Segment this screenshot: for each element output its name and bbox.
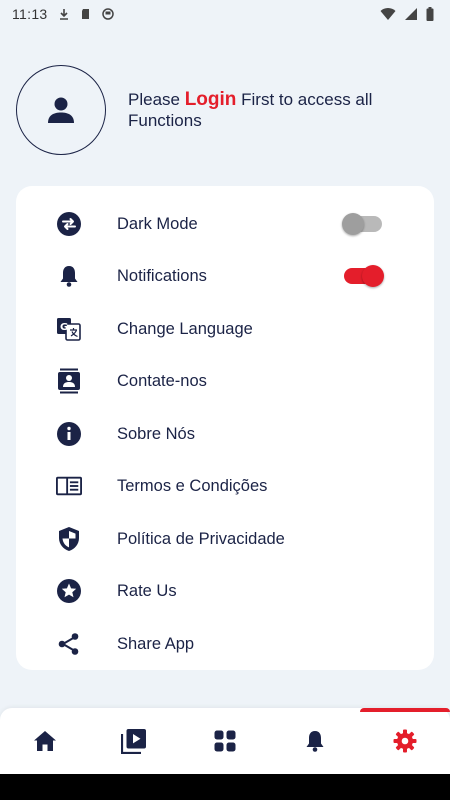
video-library-icon: [121, 729, 146, 754]
app-notification-icon: [101, 8, 114, 20]
status-time: 11:13: [12, 6, 48, 22]
status-bar: 11:13: [0, 0, 450, 28]
settings-item-contact[interactable]: Contate-nos: [16, 355, 434, 407]
active-tab-indicator: [360, 708, 450, 712]
settings-item-label: Notifications: [117, 266, 207, 285]
sd-card-icon: [81, 9, 89, 19]
cell-signal-icon: [405, 8, 417, 20]
nav-videos[interactable]: [121, 728, 147, 754]
settings-item-change-language[interactable]: G Change Language: [16, 303, 434, 355]
settings-item-label: Change Language: [117, 319, 253, 338]
share-icon: [56, 631, 82, 657]
settings-item-dark-mode[interactable]: Dark Mode: [16, 198, 434, 250]
settings-item-label: Contate-nos: [117, 371, 207, 390]
bell-icon: [56, 263, 82, 289]
settings-icon: [393, 729, 417, 753]
contact-icon: [56, 368, 82, 394]
profile-section: Please Login First to access all Functio…: [16, 64, 436, 156]
nav-settings[interactable]: [392, 728, 418, 754]
settings-item-label: Share App: [117, 634, 195, 653]
settings-item-rate-us[interactable]: Rate Us: [16, 565, 434, 617]
login-prompt-prefix: Please: [128, 90, 185, 109]
settings-item-label: Termos e Condições: [117, 476, 268, 495]
person-icon: [48, 97, 74, 123]
document-icon: [56, 473, 82, 499]
settings-item-label: Rate Us: [117, 581, 177, 600]
settings-item-terms[interactable]: Termos e Condições: [16, 460, 434, 512]
swap-icon: [56, 211, 82, 237]
translate-icon: G: [56, 316, 82, 342]
settings-item-share-app[interactable]: Share App: [16, 618, 434, 670]
settings-card: Dark Mode Notifications G Change Languag…: [16, 186, 434, 670]
avatar[interactable]: [16, 65, 106, 155]
settings-item-label: Sobre Nós: [117, 424, 195, 443]
settings-item-label: Política de Privacidade: [117, 529, 285, 548]
notifications-toggle[interactable]: [344, 265, 384, 287]
toggle-knob: [362, 265, 384, 287]
nav-categories[interactable]: [212, 728, 238, 754]
info-icon: [56, 421, 82, 447]
download-icon: [59, 9, 68, 20]
nav-home[interactable]: [32, 728, 58, 754]
settings-item-label: Dark Mode: [117, 214, 198, 233]
shield-icon: [56, 526, 82, 552]
login-prompt: Please Login First to access all Functio…: [128, 89, 408, 131]
grid-icon: [214, 730, 236, 752]
home-icon: [34, 731, 56, 751]
bell-icon: [306, 731, 324, 752]
wifi-icon: [380, 8, 396, 20]
system-navigation-bar: [0, 774, 450, 800]
toggle-knob: [342, 213, 364, 235]
settings-item-privacy[interactable]: Política de Privacidade: [16, 513, 434, 565]
settings-item-about[interactable]: Sobre Nós: [16, 408, 434, 460]
dark-mode-toggle[interactable]: [342, 213, 382, 235]
star-icon: [56, 578, 82, 604]
bottom-nav: [0, 708, 450, 774]
nav-notifications[interactable]: [302, 728, 328, 754]
settings-item-notifications[interactable]: Notifications: [16, 250, 434, 302]
login-link[interactable]: Login: [185, 89, 237, 110]
svg-text:G: G: [60, 322, 68, 333]
battery-icon: [426, 7, 434, 21]
